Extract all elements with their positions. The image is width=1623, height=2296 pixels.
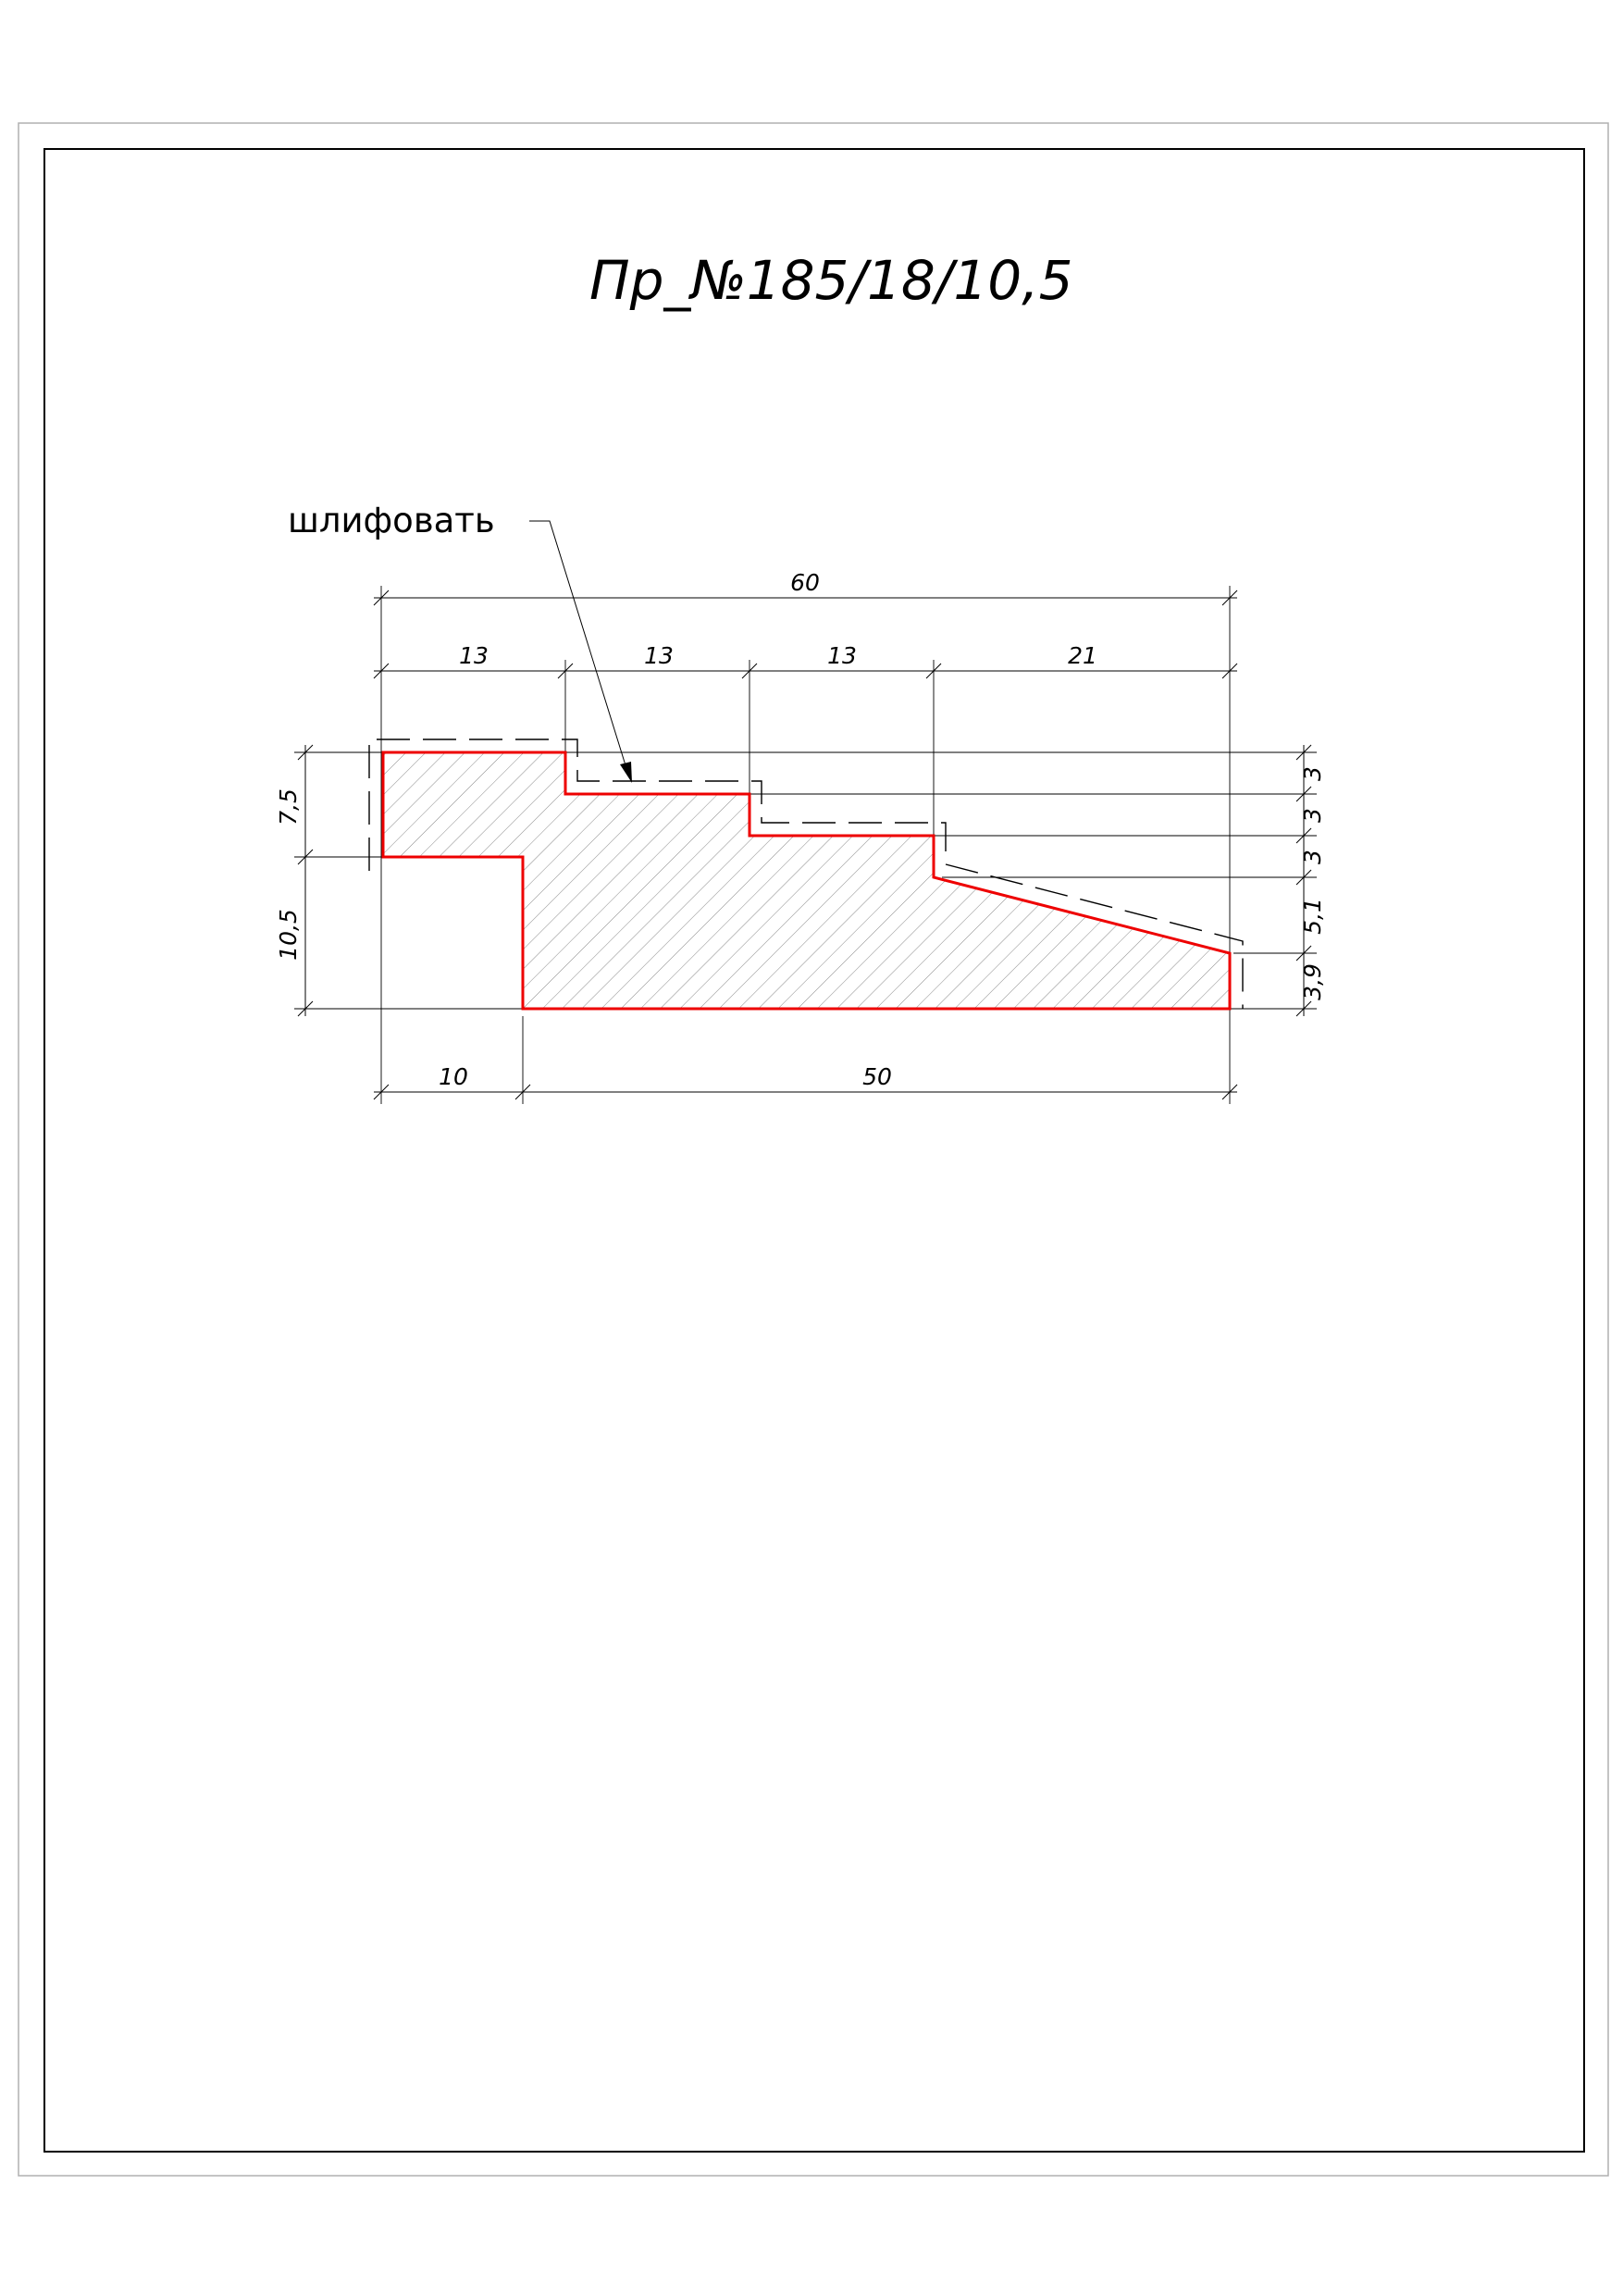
drawing-title: Пр_№185/18/10,5 <box>589 249 1072 312</box>
dim-slope-width: 21 <box>1068 642 1097 669</box>
note-leader-line <box>529 520 626 766</box>
dim-overall-width: 60 <box>790 569 820 596</box>
profile-cross-section <box>381 751 1232 1011</box>
dim-bottom-left: 10 <box>439 1063 468 1090</box>
grind-note: шлифовать <box>288 501 495 540</box>
dim-step-2: 13 <box>644 642 674 669</box>
dim-right-h1: 3 <box>1299 766 1326 781</box>
inner-frame <box>43 148 1585 2153</box>
dim-height-upper-left: 7,5 <box>275 788 302 825</box>
dim-right-h5: 3,9 <box>1299 963 1326 1000</box>
dim-right-h4: 5,1 <box>1299 898 1326 935</box>
dim-step-1: 13 <box>459 642 489 669</box>
dim-step-3: 13 <box>827 642 857 669</box>
dim-right-h2: 3 <box>1299 808 1326 823</box>
outer-frame <box>18 122 1609 2177</box>
dim-right-h3: 3 <box>1299 850 1326 864</box>
dim-bottom-right: 50 <box>862 1063 892 1090</box>
drawing-sheet: Пр_№185/18/10,5 шлифовать 60 13 13 13 21… <box>18 122 1609 2177</box>
note-leader-arrow <box>620 762 632 783</box>
dim-height-lower-left: 10,5 <box>275 909 302 961</box>
